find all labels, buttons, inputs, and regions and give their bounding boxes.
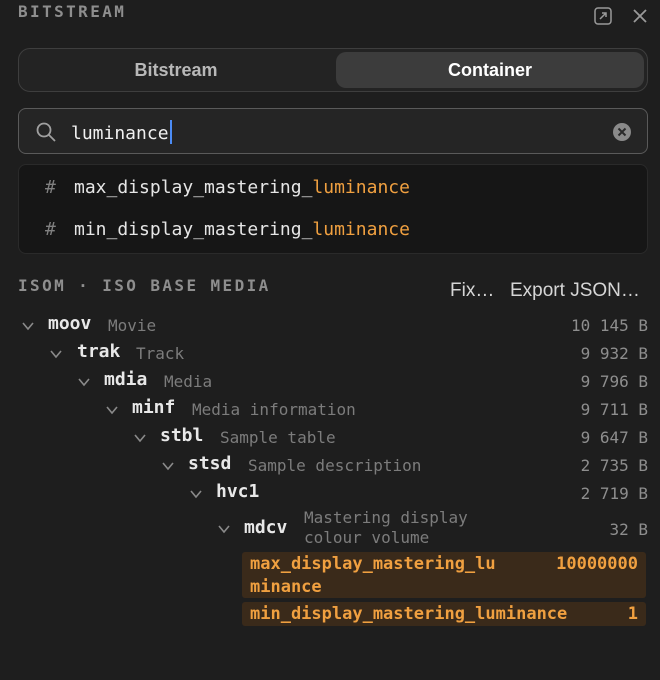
box-name: trak: [77, 341, 121, 362]
chevron-down-icon[interactable]: [133, 430, 147, 444]
field-row-max-luminance[interactable]: max_display_mastering_lu minance 10000000: [242, 552, 646, 598]
section-title: ISOM · ISO BASE MEDIA: [18, 276, 271, 295]
box-size: 2 735 B: [580, 456, 648, 475]
panel-title: BITSTREAM: [18, 2, 127, 21]
close-icon[interactable]: [630, 6, 650, 26]
search-field[interactable]: luminance: [18, 108, 648, 154]
search-input[interactable]: luminance: [71, 120, 172, 144]
chevron-down-icon[interactable]: [21, 318, 35, 332]
chevron-down-icon[interactable]: [105, 402, 119, 416]
external-window-icon[interactable]: [593, 6, 613, 26]
search-suggestions: # max_display_mastering_luminance # min_…: [18, 164, 648, 254]
tree-row-stsd[interactable]: stsd Sample description 2 735 B: [0, 450, 660, 478]
box-description: Sample table: [220, 428, 336, 447]
chevron-down-icon[interactable]: [217, 521, 231, 535]
box-size: 2 719 B: [580, 484, 648, 503]
box-name: stbl: [160, 425, 204, 446]
box-size: 9 647 B: [580, 428, 648, 447]
fix-button[interactable]: Fix…: [450, 280, 494, 302]
box-size: 9 932 B: [580, 344, 648, 363]
export-json-button[interactable]: Export JSON…: [510, 280, 640, 302]
tree-row-mdcv[interactable]: mdcv Mastering display colour volume 32 …: [0, 506, 660, 550]
tree-row-moov[interactable]: moov Movie 10 145 B: [0, 310, 660, 338]
chevron-down-icon[interactable]: [77, 374, 91, 388]
field-name: min_display_mastering_luminance: [250, 604, 568, 624]
hash-icon: #: [45, 177, 56, 198]
view-mode-segmented-control: Bitstream Container: [18, 48, 648, 92]
tree-row-mdia[interactable]: mdia Media 9 796 B: [0, 366, 660, 394]
box-name: minf: [132, 397, 176, 418]
suggestion-item[interactable]: # max_display_mastering_luminance: [19, 167, 647, 207]
chevron-down-icon[interactable]: [49, 346, 63, 360]
box-description: Track: [136, 344, 185, 363]
chevron-down-icon[interactable]: [189, 486, 203, 500]
box-description: Media information: [192, 400, 356, 419]
box-description: Media: [164, 372, 213, 391]
box-size: 32 B: [609, 520, 648, 539]
field-name: max_display_mastering_lu minance: [250, 554, 496, 597]
box-description: Mastering display colour volume: [304, 508, 468, 547]
suggestion-item[interactable]: # min_display_mastering_luminance: [19, 209, 647, 249]
chevron-down-icon[interactable]: [161, 458, 175, 472]
magnifier-icon: [35, 121, 57, 148]
tree-row-hvc1[interactable]: hvc1 2 719 B: [0, 478, 660, 506]
box-size: 9 711 B: [580, 400, 648, 419]
box-name: mdcv: [244, 517, 288, 538]
box-name: stsd: [188, 453, 232, 474]
box-description: Movie: [108, 316, 157, 335]
box-description: Sample description: [248, 456, 422, 475]
tree-row-stbl[interactable]: stbl Sample table 9 647 B: [0, 422, 660, 450]
field-row-min-luminance[interactable]: min_display_mastering_luminance 1: [242, 602, 646, 626]
field-value: 1: [627, 604, 638, 624]
field-value: 10000000: [556, 554, 638, 574]
box-size: 9 796 B: [580, 372, 648, 391]
tree-row-minf[interactable]: minf Media information 9 711 B: [0, 394, 660, 422]
tab-bitstream[interactable]: Bitstream: [22, 52, 330, 88]
box-name: mdia: [104, 369, 148, 390]
clear-circle-icon[interactable]: [612, 122, 632, 142]
box-name: moov: [48, 313, 92, 334]
hash-icon: #: [45, 219, 56, 240]
box-size: 10 145 B: [570, 316, 648, 335]
tab-container[interactable]: Container: [336, 52, 644, 88]
tree-row-trak[interactable]: trak Track 9 932 B: [0, 338, 660, 366]
box-name: hvc1: [216, 481, 260, 502]
